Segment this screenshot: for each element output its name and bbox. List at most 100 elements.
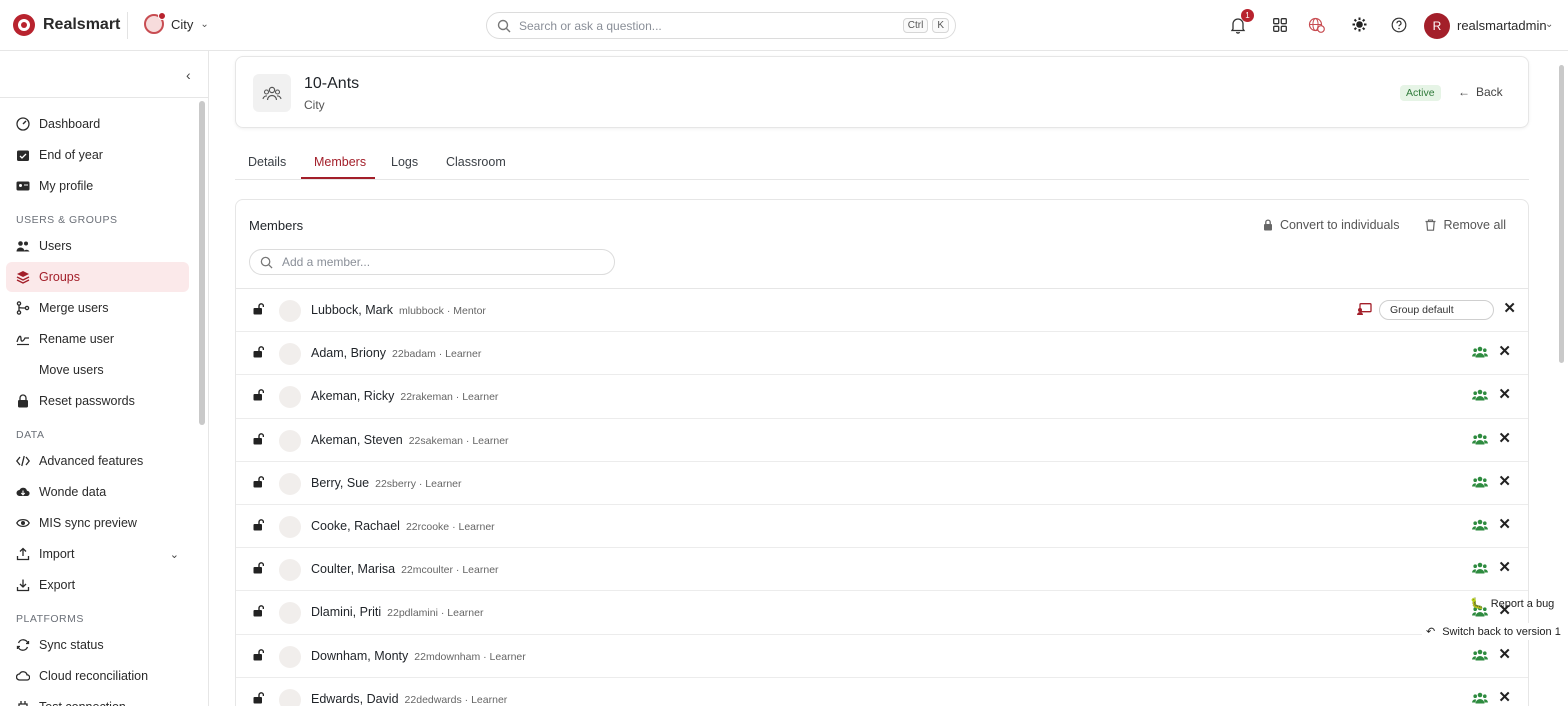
sidebar-item-rename-user[interactable]: Rename user bbox=[6, 324, 189, 354]
group-default-select[interactable]: Group default bbox=[1379, 300, 1494, 320]
sidebar-item-test-connection[interactable]: Test connection bbox=[6, 692, 189, 706]
member-name[interactable]: Dlamini, Priti 22pdlamini · Learner bbox=[311, 605, 483, 619]
tab-members[interactable]: Members bbox=[314, 155, 366, 169]
sidebar-item-advanced-features[interactable]: Advanced features bbox=[6, 446, 189, 476]
sidebar-item-label: My profile bbox=[39, 179, 94, 193]
unlock-icon[interactable] bbox=[253, 432, 265, 448]
member-name[interactable]: Downham, Monty 22mdownham · Learner bbox=[311, 649, 526, 663]
sidebar-item-groups[interactable]: Groups bbox=[6, 262, 189, 292]
member-name[interactable]: Akeman, Ricky 22rakeman · Learner bbox=[311, 389, 498, 403]
table-row[interactable]: Dlamini, Priti 22pdlamini · Learner ✕ bbox=[236, 591, 1528, 635]
apps-grid-icon[interactable] bbox=[1273, 18, 1287, 32]
remove-member-icon[interactable]: ✕ bbox=[1503, 301, 1516, 316]
sidebar-item-reset-passwords[interactable]: Reset passwords bbox=[6, 386, 189, 416]
table-row[interactable]: Edwards, David 22dedwards · Learner ✕ bbox=[236, 678, 1528, 706]
members-list: Lubbock, Mark mlubbock · Mentor Group defa… bbox=[236, 288, 1528, 706]
tab-logs[interactable]: Logs bbox=[391, 155, 418, 169]
group-member-icon[interactable] bbox=[1472, 476, 1488, 491]
group-member-icon[interactable] bbox=[1472, 389, 1488, 404]
chevron-down-icon[interactable]: ⌄ bbox=[1545, 19, 1553, 30]
cloud-download-icon bbox=[16, 485, 30, 499]
table-row[interactable]: Adam, Briony 22badam · Learner ✕ bbox=[236, 332, 1528, 376]
sidebar-item-cloud-reconciliation[interactable]: Cloud reconciliation bbox=[6, 661, 189, 691]
report-bug-button[interactable]: 🐛 Report a bug bbox=[1470, 597, 1554, 611]
status-badge: Active bbox=[1400, 85, 1441, 101]
table-row[interactable]: Coulter, Marisa 22mcoulter · Learner ✕ bbox=[236, 548, 1528, 592]
member-name[interactable]: Cooke, Rachael 22rcooke · Learner bbox=[311, 519, 495, 533]
member-name[interactable]: Edwards, David 22dedwards · Learner bbox=[311, 692, 507, 706]
sidebar-item-mis-sync-preview[interactable]: MIS sync preview bbox=[6, 508, 189, 538]
sidebar-item-dashboard[interactable]: Dashboard bbox=[6, 109, 189, 139]
group-member-icon[interactable] bbox=[1472, 433, 1488, 448]
network-globe-icon[interactable] bbox=[1308, 17, 1326, 34]
sidebar-item-wonde-data[interactable]: Wonde data bbox=[6, 477, 189, 507]
unlock-icon[interactable] bbox=[253, 389, 265, 404]
group-member-icon[interactable] bbox=[1472, 519, 1488, 534]
remove-member-icon[interactable]: ✕ bbox=[1498, 387, 1511, 402]
convert-to-individuals-button[interactable]: Convert to individuals bbox=[1263, 218, 1399, 232]
bug-settings-icon[interactable] bbox=[1352, 17, 1367, 32]
active-tab-indicator bbox=[301, 177, 375, 179]
tab-classroom[interactable]: Classroom bbox=[446, 155, 506, 169]
unlock-icon[interactable] bbox=[253, 691, 265, 706]
table-row[interactable]: Cooke, Rachael 22rcooke · Learner ✕ bbox=[236, 505, 1528, 549]
group-member-icon[interactable] bbox=[1472, 649, 1488, 664]
add-member-input[interactable]: Add a member... bbox=[249, 249, 615, 275]
remove-member-icon[interactable]: ✕ bbox=[1498, 431, 1511, 446]
unlock-icon[interactable] bbox=[253, 605, 265, 620]
section-label-users-groups: USERS & GROUPS bbox=[16, 214, 118, 226]
remove-member-icon[interactable]: ✕ bbox=[1498, 647, 1511, 662]
sidebar-item-label: MIS sync preview bbox=[39, 516, 137, 530]
unlock-icon[interactable] bbox=[253, 475, 265, 491]
member-name[interactable]: Akeman, Steven 22sakeman · Learner bbox=[311, 433, 509, 447]
table-row[interactable]: Akeman, Steven 22sakeman · Learner ✕ bbox=[236, 419, 1528, 462]
member-name[interactable]: Adam, Briony 22badam · Learner bbox=[311, 346, 481, 360]
remove-member-icon[interactable]: ✕ bbox=[1498, 560, 1511, 575]
member-name[interactable]: Coulter, Marisa 22mcoulter · Learner bbox=[311, 562, 499, 576]
sidebar-item-import[interactable]: Import ⌄ bbox=[6, 539, 189, 569]
member-name[interactable]: Lubbock, Mark mlubbock · Mentor bbox=[311, 303, 486, 317]
remove-member-icon[interactable]: ✕ bbox=[1498, 690, 1511, 705]
unlock-icon[interactable] bbox=[253, 303, 265, 318]
unlock-icon[interactable] bbox=[253, 648, 265, 664]
table-row[interactable]: Akeman, Ricky 22rakeman · Learner ✕ bbox=[236, 375, 1528, 419]
unlock-icon[interactable] bbox=[253, 346, 265, 361]
sidebar-scrollbar[interactable] bbox=[199, 101, 205, 425]
unlock-icon[interactable] bbox=[253, 519, 265, 534]
switch-version-button[interactable]: ↶ Switch back to version 1 bbox=[1422, 623, 1565, 640]
sidebar-item-merge-users[interactable]: Merge users bbox=[6, 293, 189, 323]
avatar bbox=[279, 645, 301, 668]
help-icon[interactable] bbox=[1391, 17, 1407, 33]
collapse-sidebar-icon[interactable]: ‹ bbox=[186, 67, 191, 83]
group-member-icon[interactable] bbox=[1472, 346, 1488, 361]
remove-member-icon[interactable]: ✕ bbox=[1498, 344, 1511, 359]
sidebar-item-my-profile[interactable]: My profile bbox=[6, 171, 189, 201]
member-name[interactable]: Berry, Sue 22sberry · Learner bbox=[311, 476, 462, 490]
remove-all-button[interactable]: Remove all bbox=[1425, 218, 1506, 232]
remove-member-icon[interactable]: ✕ bbox=[1498, 474, 1511, 489]
sidebar-item-users[interactable]: Users bbox=[6, 231, 189, 261]
back-button[interactable]: ← Back bbox=[1458, 85, 1503, 99]
users-icon bbox=[16, 239, 30, 253]
sidebar-item-export[interactable]: Export bbox=[6, 570, 189, 600]
tab-details[interactable]: Details bbox=[248, 155, 286, 169]
sidebar-item-sync-status[interactable]: Sync status bbox=[6, 630, 189, 660]
tenant-switcher[interactable]: City ⌄ bbox=[144, 12, 209, 34]
sidebar-item-end-of-year[interactable]: End of year bbox=[6, 140, 189, 170]
table-row[interactable]: Downham, Monty 22mdownham · Learner ✕ bbox=[236, 635, 1528, 678]
global-search[interactable]: Search or ask a question... Ctrl K bbox=[486, 12, 956, 39]
sidebar-item-move-users[interactable]: Move users bbox=[6, 355, 189, 385]
page-scrollbar[interactable] bbox=[1559, 65, 1564, 363]
mentor-icon[interactable] bbox=[1357, 302, 1372, 318]
table-row[interactable]: Lubbock, Mark mlubbock · Mentor Group defa… bbox=[236, 289, 1528, 333]
group-member-icon[interactable] bbox=[1472, 692, 1488, 706]
chevron-down-icon[interactable]: ⌄ bbox=[170, 548, 179, 561]
unlock-icon[interactable] bbox=[253, 562, 265, 577]
group-member-icon[interactable] bbox=[1472, 562, 1488, 577]
sidebar-item-label: Merge users bbox=[39, 301, 109, 315]
app-logo[interactable]: Realsmart bbox=[13, 14, 120, 36]
username[interactable]: realsmartadmin bbox=[1457, 18, 1547, 33]
remove-member-icon[interactable]: ✕ bbox=[1498, 517, 1511, 532]
user-avatar[interactable]: R bbox=[1424, 13, 1450, 39]
table-row[interactable]: Berry, Sue 22sberry · Learner ✕ bbox=[236, 462, 1528, 505]
